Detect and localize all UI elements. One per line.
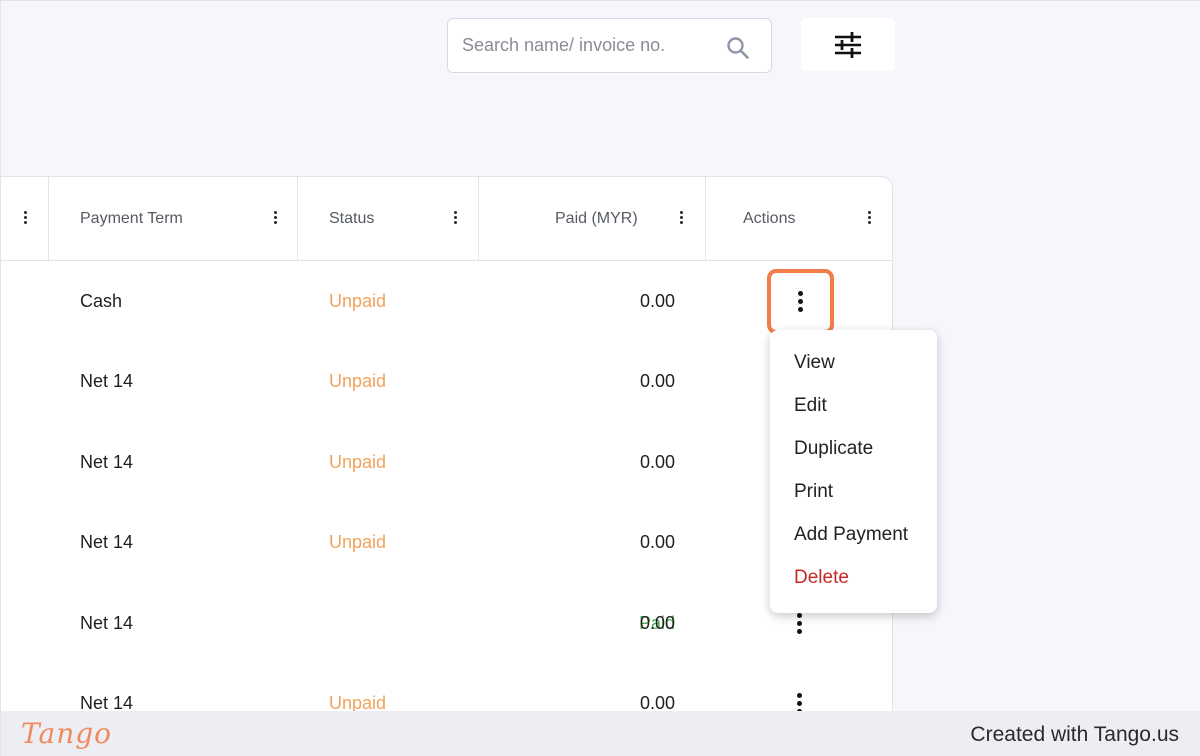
search-box[interactable] bbox=[447, 18, 772, 73]
app-frame: Payment Term Status Paid (MYR) Actions C… bbox=[0, 0, 1200, 756]
column-header-paid[interactable]: Paid (MYR) bbox=[479, 177, 706, 260]
column-header-status[interactable]: Status bbox=[298, 177, 479, 260]
status-cell: Unpaid bbox=[329, 452, 387, 472]
payment-term-cell: Cash bbox=[80, 291, 123, 311]
column-menu-icon[interactable] bbox=[867, 211, 871, 227]
menu-item-delete[interactable]: Delete bbox=[770, 563, 937, 606]
column-label: Status bbox=[329, 210, 375, 227]
table-header: Payment Term Status Paid (MYR) Actions bbox=[1, 177, 892, 261]
tango-logo: Tango bbox=[21, 717, 113, 750]
row-actions-button-active[interactable] bbox=[767, 269, 834, 334]
paid-amount-cell: 0.00 bbox=[639, 532, 675, 552]
table-row[interactable]: Net 14 Paid 0.00 bbox=[1, 583, 892, 663]
search-input[interactable] bbox=[462, 35, 712, 56]
paid-amount-cell: 0.00 bbox=[639, 291, 675, 311]
paid-amount-cell: 0.00 bbox=[639, 613, 675, 633]
column-header-actions[interactable]: Actions bbox=[706, 177, 892, 260]
menu-item-edit[interactable]: Edit bbox=[770, 391, 937, 434]
created-with-credit: Created with Tango.us bbox=[970, 723, 1179, 746]
menu-item-view[interactable]: View bbox=[770, 348, 937, 391]
table-row[interactable]: Net 14 Unpaid 0.00 bbox=[1, 341, 892, 421]
invoice-table: Payment Term Status Paid (MYR) Actions C… bbox=[1, 176, 893, 736]
table-row[interactable]: Net 14 Unpaid 0.00 bbox=[1, 502, 892, 582]
column-menu-icon[interactable] bbox=[273, 211, 277, 227]
tango-footer: Tango Created with Tango.us bbox=[1, 711, 1200, 756]
menu-item-duplicate[interactable]: Duplicate bbox=[770, 434, 937, 477]
paid-amount-cell: 0.00 bbox=[639, 452, 675, 472]
status-cell: Unpaid bbox=[329, 291, 387, 311]
payment-term-cell: Net 14 bbox=[80, 452, 134, 472]
search-icon[interactable] bbox=[725, 35, 751, 61]
column-header-payment-term[interactable]: Payment Term bbox=[49, 177, 298, 260]
column-menu-icon[interactable] bbox=[679, 211, 683, 227]
filter-button[interactable] bbox=[801, 18, 895, 71]
column-menu-icon[interactable] bbox=[23, 211, 27, 227]
payment-term-cell: Net 14 bbox=[80, 371, 134, 391]
payment-term-cell: Net 14 bbox=[80, 613, 134, 633]
menu-item-add-payment[interactable]: Add Payment bbox=[770, 520, 937, 563]
status-cell: Paid bbox=[638, 613, 675, 633]
payment-term-cell: Net 14 bbox=[80, 532, 134, 552]
table-row[interactable]: Cash Unpaid 0.00 bbox=[1, 261, 892, 341]
status-cell: Unpaid bbox=[329, 532, 387, 552]
column-label: Paid (MYR) bbox=[555, 210, 638, 227]
menu-item-print[interactable]: Print bbox=[770, 477, 937, 520]
column-label: Payment Term bbox=[80, 210, 183, 227]
paid-amount-cell: 0.00 bbox=[639, 371, 675, 391]
column-menu-icon[interactable] bbox=[453, 211, 457, 227]
column-label: Actions bbox=[743, 210, 796, 227]
row-actions-menu: View Edit Duplicate Print Add Payment De… bbox=[770, 330, 937, 613]
status-cell: Unpaid bbox=[329, 371, 387, 391]
table-row[interactable]: Net 14 Unpaid 0.00 bbox=[1, 422, 892, 502]
column-header-hidden bbox=[1, 177, 49, 260]
sliders-icon bbox=[835, 31, 861, 58]
